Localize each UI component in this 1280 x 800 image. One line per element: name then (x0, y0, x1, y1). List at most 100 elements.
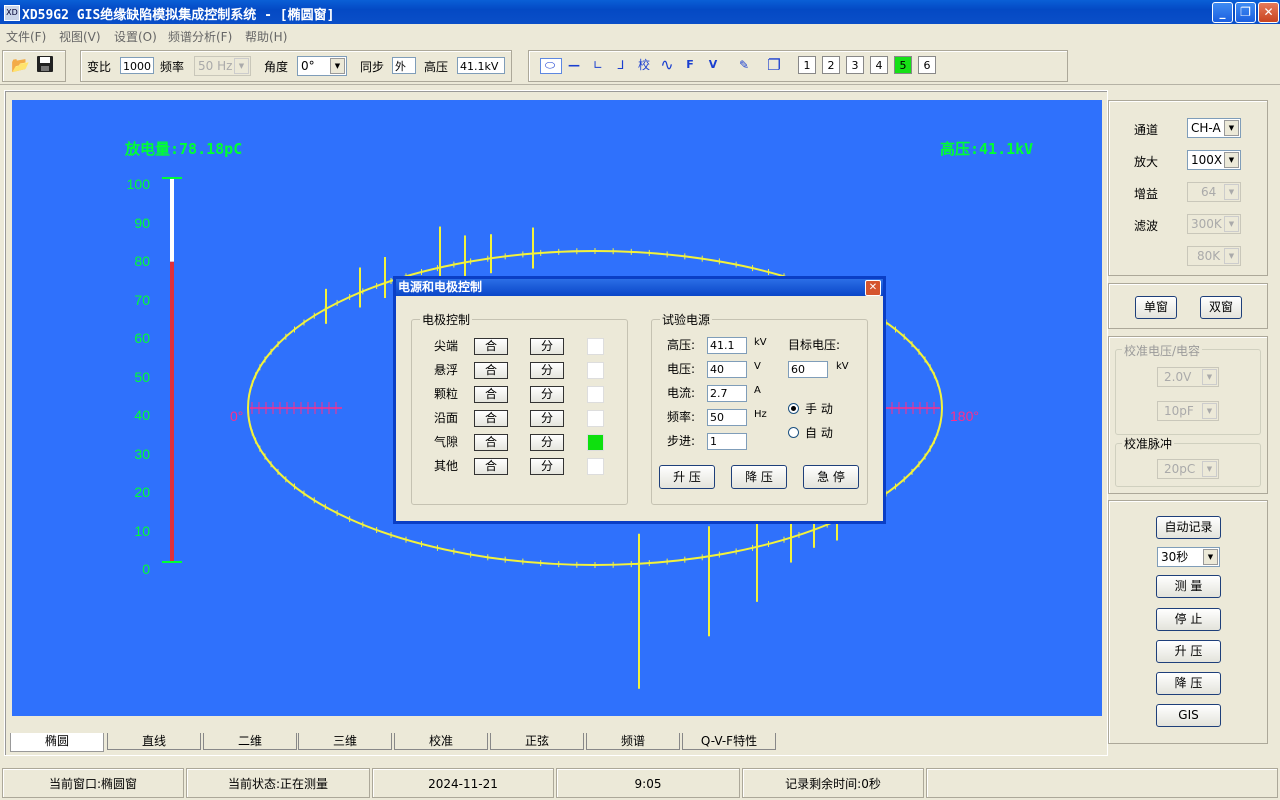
electrode-open-button[interactable]: 分 (530, 362, 564, 379)
electrode-open-button[interactable]: 分 (530, 386, 564, 403)
sine-icon[interactable]: ∿ (657, 55, 677, 75)
dlg-current-input[interactable]: 2.7 (707, 385, 747, 402)
electrode-open-button[interactable]: 分 (530, 434, 564, 451)
ellipse-icon[interactable]: ⬭ (540, 55, 560, 75)
electrode-open-button[interactable]: 分 (530, 410, 564, 427)
emergency-stop-button[interactable]: 急 停 (803, 465, 859, 489)
cal-capacitance-select[interactable]: 10pF ▼ (1157, 401, 1219, 421)
freq-value: 50 Hz (198, 59, 233, 73)
channel-button-4[interactable]: 4 (870, 56, 888, 74)
electrode-close-button[interactable]: 合 (474, 434, 508, 451)
stop-button[interactable]: 停 止 (1156, 608, 1221, 631)
electrode-close-button[interactable]: 合 (474, 338, 508, 355)
zoom-select[interactable]: 100X ▼ (1187, 150, 1241, 170)
tab-line[interactable]: 直线 (107, 733, 201, 750)
electrode-open-button[interactable]: 分 (530, 338, 564, 355)
menu-spectrum[interactable]: 频谱分析(F) (168, 28, 232, 45)
electrode-close-button[interactable]: 合 (474, 458, 508, 475)
hv-label: 高压 (424, 60, 449, 74)
electrode-name: 尖端 (434, 339, 459, 353)
filter-select-2[interactable]: 80K ▼ (1187, 246, 1241, 266)
tab-sine[interactable]: 正弦 (490, 733, 584, 750)
cal-voltage-select[interactable]: 2.0V ▼ (1157, 367, 1219, 387)
gis-button[interactable]: GIS (1156, 704, 1221, 727)
file-toolbar: 📂 (2, 50, 66, 82)
electrode-open-button[interactable]: 分 (530, 458, 564, 475)
channel-button-6[interactable]: 6 (918, 56, 936, 74)
close-button[interactable]: ✕ (1258, 2, 1279, 23)
freq-label: 频率 (160, 60, 185, 74)
filter-select[interactable]: 300K ▼ (1187, 214, 1241, 234)
dlg-current-unit: A (754, 385, 761, 396)
freq-select[interactable]: 50 Hz ▼ (194, 56, 251, 76)
dlg-hv-input[interactable]: 41.1 (707, 337, 747, 354)
power-electrode-dialog: 电源和电极控制 ✕ 电极控制 尖端合分悬浮合分颗粒合分沿面合分气隙合分其他合分 … (393, 276, 886, 524)
window-icon[interactable]: ❐ (764, 55, 784, 75)
menu-file[interactable]: 文件(F) (6, 28, 46, 45)
tab-spectrum[interactable]: 频谱 (586, 733, 680, 750)
dialog-close-icon[interactable]: ✕ (865, 280, 881, 296)
measure-button[interactable]: 测 量 (1156, 575, 1221, 598)
gain-select[interactable]: 64 ▼ (1187, 182, 1241, 202)
dlg-raise-button[interactable]: 升 压 (659, 465, 715, 489)
minimize-button[interactable]: _ (1212, 2, 1233, 23)
tab-ellipse[interactable]: 椭圆 (10, 733, 104, 752)
electrode-close-button[interactable]: 合 (474, 410, 508, 427)
dual-window-button[interactable]: 双窗 (1200, 296, 1242, 319)
filter-value: 300K (1191, 217, 1222, 231)
record-time-select[interactable]: 30秒 ▼ (1157, 547, 1220, 567)
axis-icon[interactable]: ∟ (588, 55, 608, 75)
electrode-status-indicator (587, 362, 604, 379)
dlg-freq-input[interactable]: 50 (707, 409, 747, 426)
sync-input[interactable]: 外 (392, 57, 416, 74)
line-icon[interactable]: — (564, 55, 584, 75)
channel-select[interactable]: CH-A ▼ (1187, 118, 1241, 138)
menu-settings[interactable]: 设置(O) (114, 28, 157, 45)
dropdown-arrow-icon: ▼ (330, 58, 345, 74)
auto-radio[interactable] (788, 427, 799, 438)
window-mode-panel: 单窗 双窗 (1108, 283, 1268, 329)
menu-view[interactable]: 视图(V) (59, 28, 101, 45)
ratio-input[interactable]: 1000 (120, 57, 154, 74)
dlg-step-input[interactable]: 1 (707, 433, 747, 450)
menu-help[interactable]: 帮助(H) (245, 28, 287, 45)
status-time: 9:05 (556, 768, 740, 798)
3d-axis-icon[interactable]: ⅃ (611, 55, 631, 75)
channel-button-1[interactable]: 1 (798, 56, 816, 74)
save-icon[interactable] (37, 56, 53, 72)
f-icon[interactable]: F (680, 55, 700, 75)
channel-button-3[interactable]: 3 (846, 56, 864, 74)
auto-record-button[interactable]: 自动记录 (1156, 516, 1221, 539)
electrode-name: 悬浮 (434, 363, 459, 377)
dlg-target-input[interactable]: 60 (788, 361, 828, 378)
hv-input[interactable]: 41.1kV (457, 57, 505, 74)
tab-2d[interactable]: 二维 (203, 733, 297, 750)
open-folder-icon[interactable]: 📂 (11, 56, 30, 74)
dropdown-arrow-icon: ▼ (1202, 461, 1217, 477)
dialog-title-bar: 电源和电极控制 ✕ (396, 279, 883, 296)
raise-voltage-button[interactable]: 升 压 (1156, 640, 1221, 663)
electrode-close-button[interactable]: 合 (474, 362, 508, 379)
dropdown-arrow-icon: ▼ (1224, 216, 1239, 232)
tab-qvf[interactable]: Q-V-F特性 (682, 733, 776, 750)
maximize-button[interactable]: ❐ (1235, 2, 1256, 23)
dlg-voltage-input[interactable]: 40 (707, 361, 747, 378)
draw-icon[interactable]: ✎ (734, 55, 754, 75)
channel-button-2[interactable]: 2 (822, 56, 840, 74)
v-icon[interactable]: V (703, 55, 723, 75)
single-window-button[interactable]: 单窗 (1135, 296, 1177, 319)
lower-voltage-button[interactable]: 降 压 (1156, 672, 1221, 695)
angle-select[interactable]: 0° ▼ (297, 56, 347, 76)
parameter-toolbar: 变比 1000 频率 50 Hz ▼ 角度 0° ▼ 同步 外 高压 41.1kV (80, 50, 512, 82)
cal-vc-label: 校准电压/电容 (1122, 342, 1203, 359)
dropdown-arrow-icon: ▼ (1203, 549, 1218, 565)
calibrate-icon[interactable]: 校 (634, 55, 654, 75)
electrode-status-indicator (587, 434, 604, 451)
tab-calibrate[interactable]: 校准 (394, 733, 488, 750)
manual-radio[interactable] (788, 403, 799, 414)
electrode-close-button[interactable]: 合 (474, 386, 508, 403)
dlg-lower-button[interactable]: 降 压 (731, 465, 787, 489)
cal-pulse-select[interactable]: 20pC ▼ (1157, 459, 1219, 479)
tab-3d[interactable]: 三维 (298, 733, 392, 750)
channel-button-5[interactable]: 5 (894, 56, 912, 74)
